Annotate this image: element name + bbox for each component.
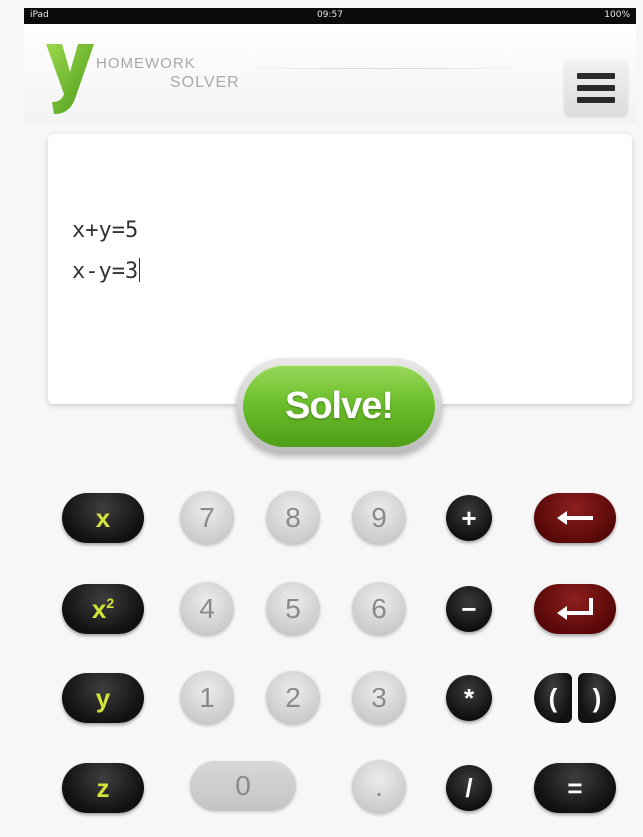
equation-line-2: x-y=3	[72, 258, 141, 284]
key-close-paren[interactable]: )	[578, 673, 616, 723]
key-5[interactable]: 5	[266, 582, 320, 636]
key-minus[interactable]: −	[446, 586, 492, 632]
key-open-paren[interactable]: (	[534, 673, 572, 723]
equation-line-1: x+y=5	[72, 218, 139, 243]
battery-level: 100%	[604, 10, 630, 20]
key-1[interactable]: 1	[180, 671, 234, 725]
key-3[interactable]: 3	[352, 671, 406, 725]
enter-button[interactable]	[534, 584, 616, 634]
clock: 09:57	[317, 10, 343, 20]
key-equals[interactable]: =	[534, 763, 616, 813]
logo-y-icon	[46, 44, 94, 114]
key-x-squared[interactable]: x2	[62, 584, 144, 634]
key-4[interactable]: 4	[180, 582, 234, 636]
key-x[interactable]: x	[62, 493, 144, 543]
solve-button-label: Solve!	[243, 365, 435, 447]
key-divide[interactable]: /	[446, 765, 492, 811]
key-plus[interactable]: +	[446, 495, 492, 541]
solve-button[interactable]: Solve!	[236, 358, 442, 454]
return-arrow-icon	[557, 598, 593, 620]
menu-button[interactable]	[564, 60, 628, 116]
key-0[interactable]: 0	[190, 761, 296, 811]
key-8[interactable]: 8	[266, 491, 320, 545]
backspace-button[interactable]	[534, 493, 616, 543]
logo-line-1: HOMEWORK	[96, 55, 196, 72]
logo-line-2: SOLVER	[170, 74, 240, 91]
key-7[interactable]: 7	[180, 491, 234, 545]
status-bar: iPad 09:57 100%	[24, 8, 636, 24]
left-arrow-icon	[557, 511, 593, 525]
header-divider	[224, 68, 544, 69]
text-caret	[139, 258, 141, 282]
key-z[interactable]: z	[62, 763, 144, 813]
key-6[interactable]: 6	[352, 582, 406, 636]
key-multiply[interactable]: *	[446, 675, 492, 721]
app-header: HOMEWORK SOLVER	[24, 24, 636, 124]
paren-keys: ( )	[534, 673, 616, 723]
key-y[interactable]: y	[62, 673, 144, 723]
key-9[interactable]: 9	[352, 491, 406, 545]
logo-wordmark: HOMEWORK SOLVER	[96, 54, 296, 110]
key-2[interactable]: 2	[266, 671, 320, 725]
key-decimal[interactable]: .	[352, 760, 406, 814]
